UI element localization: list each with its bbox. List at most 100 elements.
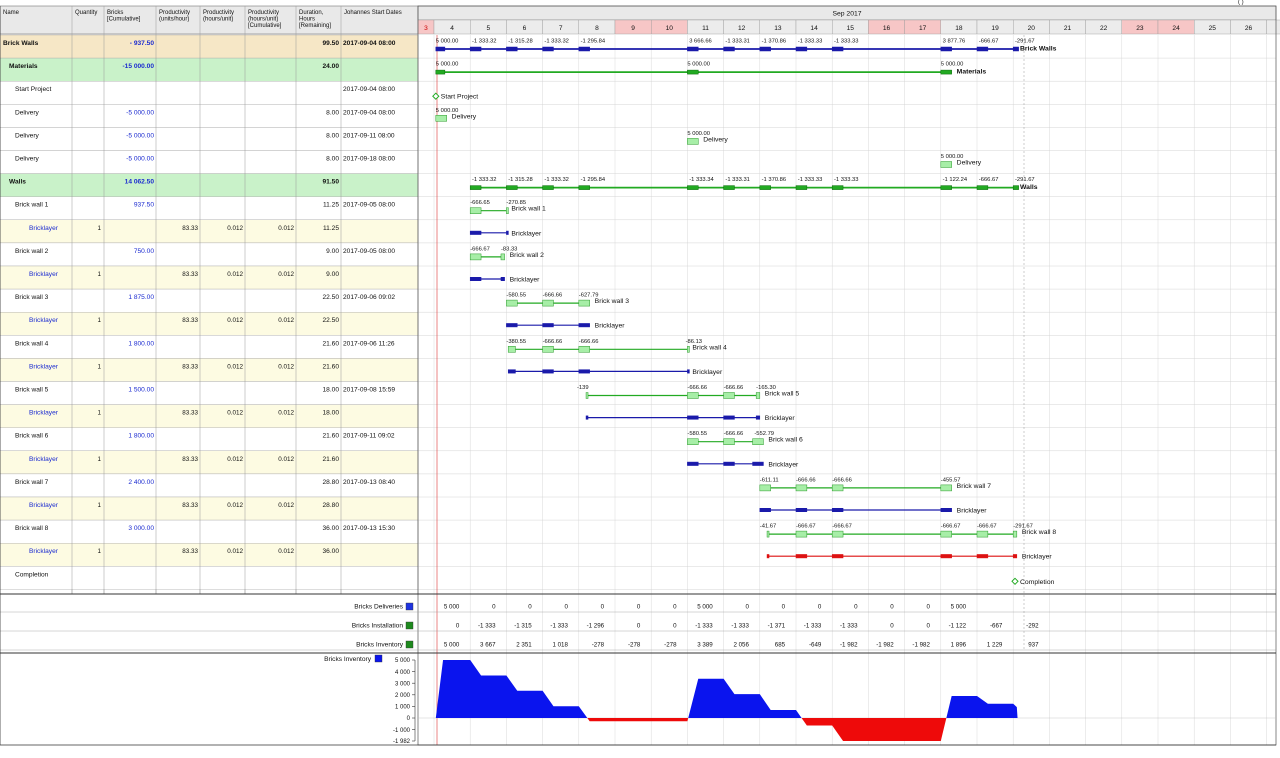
gantt-bar-segment[interactable]: [542, 369, 554, 374]
gantt-bar-segment[interactable]: [542, 323, 554, 328]
gantt-bar-segment[interactable]: [542, 46, 554, 52]
gantt-bar-segment[interactable]: [687, 69, 699, 75]
gantt-item-6[interactable]: -1 333.32 -1 315.28 -1 333.32 -1 295.84 -1 3…: [469, 177, 1038, 191]
gantt-bar-segment[interactable]: [500, 277, 505, 281]
gantt-bar-segment[interactable]: [831, 508, 844, 512]
day-header-4[interactable]: 4: [433, 19, 471, 35]
gantt-bar-segment[interactable]: [1012, 46, 1019, 52]
table-row[interactable]: Brick Walls - 937.50 99.50 2017-09-04 08:00: [0, 34, 419, 59]
table-row[interactable]: Start Project 2017-09-04 08:00: [0, 80, 419, 105]
day-header-8[interactable]: 8: [578, 19, 616, 35]
gantt-bar-segment[interactable]: [940, 554, 952, 559]
gantt-bar-segment[interactable]: [469, 46, 482, 52]
gantt-bar-segment[interactable]: [506, 230, 509, 235]
table-row[interactable]: Brick wall 5 1 500.00 18.00 2017-09-08 15:5…: [0, 381, 419, 405]
day-header-11[interactable]: 11: [687, 19, 724, 35]
day-header-19[interactable]: 19: [976, 19, 1014, 35]
gantt-bar-segment[interactable]: [759, 185, 771, 190]
gantt-bar-segment[interactable]: [507, 346, 516, 353]
gantt-bar-segment[interactable]: [469, 230, 482, 235]
table-row[interactable]: Delivery -5 000.00 8.00 2017-09-04 08:00: [0, 104, 419, 128]
gantt-bar-segment[interactable]: [940, 484, 952, 492]
gantt-bar-segment[interactable]: [585, 392, 589, 399]
gantt-item-4[interactable]: 5 000.00Delivery: [687, 131, 728, 145]
gantt-bar-segment[interactable]: [940, 161, 952, 168]
gantt-bar-segment[interactable]: [940, 530, 952, 538]
gantt-bar-segment[interactable]: [795, 185, 808, 190]
gantt-item-22[interactable]: Bricklayer: [766, 554, 1052, 561]
column-header-4[interactable]: Productivity(hours/unit): [203, 10, 234, 23]
gantt-bar-segment[interactable]: [723, 392, 735, 399]
gantt-bar-segment[interactable]: [723, 415, 735, 420]
gantt-bar-segment[interactable]: [435, 69, 446, 75]
gantt-bar-segment[interactable]: [542, 346, 554, 353]
gantt-bar-segment[interactable]: [940, 69, 952, 75]
table-row[interactable]: Walls 14 062.50 91.50: [0, 173, 419, 197]
day-header-17[interactable]: 17: [904, 19, 941, 35]
day-header-18[interactable]: 18: [940, 19, 978, 35]
gantt-bar-segment[interactable]: [687, 369, 690, 374]
gantt-bar-segment[interactable]: [755, 415, 761, 420]
gantt-bar-segment[interactable]: [687, 461, 699, 466]
gantt-bar-segment[interactable]: [687, 438, 699, 445]
gantt-item-7[interactable]: -666.65 -270.85Brick wall 1: [469, 200, 546, 214]
gantt-bar-segment[interactable]: [795, 46, 808, 52]
gantt-item-11[interactable]: -580.55 -666.66 -627.79Brick wall 3: [506, 293, 629, 307]
gantt-item-18[interactable]: Bricklayer: [687, 461, 799, 468]
day-header-27[interactable]: 27: [1266, 19, 1280, 35]
table-row[interactable]: Bricklayer 1 83.33 0.012 0.012 18.00: [0, 404, 419, 428]
gantt-bar-segment[interactable]: [506, 323, 518, 328]
gantt-bar-segment[interactable]: [585, 415, 589, 420]
gantt-bar-segment[interactable]: [542, 185, 554, 190]
gantt-bar-segment[interactable]: [831, 554, 844, 559]
day-header-3[interactable]: 3: [417, 19, 435, 35]
gantt-item-8[interactable]: Bricklayer: [469, 230, 542, 237]
table-row[interactable]: Bricklayer 1 83.33 0.012 0.012 21.60: [0, 358, 419, 382]
gantt-bar-segment[interactable]: [500, 253, 505, 261]
gantt-bar-segment[interactable]: [578, 323, 590, 328]
gantt-bar-segment[interactable]: [723, 438, 735, 445]
gantt-item-5[interactable]: 5 000.00Delivery: [940, 154, 982, 168]
column-header-0[interactable]: Name: [3, 10, 20, 16]
gantt-bar-segment[interactable]: [723, 461, 735, 466]
table-row[interactable]: Bricklayer 1 83.33 0.012 0.012 11.25: [0, 219, 419, 244]
table-row[interactable]: Bricklayer 1 83.33 0.012 0.012 9.00: [0, 265, 419, 290]
gantt-item-3[interactable]: 5 000.00Delivery: [435, 108, 477, 122]
gantt-bar-segment[interactable]: [940, 508, 952, 512]
gantt-bar-segment[interactable]: [795, 554, 808, 559]
gantt-bar-segment[interactable]: [507, 369, 516, 374]
gantt-bar-segment[interactable]: [469, 277, 482, 281]
gantt-item-9[interactable]: -666.67 -83.33Brick wall 2: [469, 246, 544, 261]
day-header-26[interactable]: 26: [1230, 19, 1267, 35]
table-row[interactable]: Delivery -5 000.00 8.00 2017-09-18 08:00: [0, 150, 419, 174]
table-row[interactable]: Bricklayer 1 83.33 0.012 0.012 28.80: [0, 496, 419, 521]
day-header-13[interactable]: 13: [759, 19, 797, 35]
gantt-item-19[interactable]: -611.11 -666.66 -666.66 -455.57Brick wall 7: [759, 477, 991, 492]
gantt-item-16[interactable]: Bricklayer: [585, 415, 795, 422]
gantt-item-21[interactable]: -41.67 -666.67 -666.67 -666.67 -666.67 -291.6…: [760, 524, 1057, 538]
day-header-22[interactable]: 22: [1085, 19, 1122, 35]
gantt-item-15[interactable]: -139 -666.66 -666.66 -165.30Brick wall 5: [577, 385, 799, 399]
gantt-bar-segment[interactable]: [469, 207, 482, 214]
milestone-marker[interactable]: [1011, 577, 1019, 586]
gantt-bar-segment[interactable]: [578, 46, 590, 52]
milestone-marker[interactable]: [432, 92, 440, 100]
gantt-bar-segment[interactable]: [795, 484, 808, 492]
gantt-bar-segment[interactable]: [759, 508, 771, 512]
gantt-bar-segment[interactable]: [469, 253, 482, 261]
gantt-bar-segment[interactable]: [506, 299, 518, 307]
day-header-15[interactable]: 15: [832, 19, 869, 35]
gantt-item-2[interactable]: Start Project: [432, 92, 479, 101]
day-header-20[interactable]: 20: [1013, 19, 1050, 35]
table-row[interactable]: Bricklayer 1 83.33 0.012 0.012 21.60: [0, 450, 419, 475]
day-header-23[interactable]: 23: [1121, 19, 1159, 35]
gantt-bar-segment[interactable]: [831, 46, 844, 52]
column-header-7[interactable]: Johannes Start Dates: [344, 10, 402, 16]
gantt-bar-segment[interactable]: [687, 346, 690, 353]
gantt-bar-segment[interactable]: [976, 185, 989, 190]
table-row[interactable]: Bricklayer 1 83.33 0.012 0.012 36.00: [0, 543, 419, 567]
gantt-bar-segment[interactable]: [752, 438, 764, 445]
table-row[interactable]: Brick wall 8 3 000.00 36.00 2017-09-13 15:3…: [0, 519, 419, 544]
table-row[interactable]: Brick wall 1 937.50 11.25 2017-09-05 08:00: [0, 196, 419, 220]
table-row[interactable]: Brick wall 2 750.00 9.00 2017-09-05 08:00: [0, 242, 419, 267]
